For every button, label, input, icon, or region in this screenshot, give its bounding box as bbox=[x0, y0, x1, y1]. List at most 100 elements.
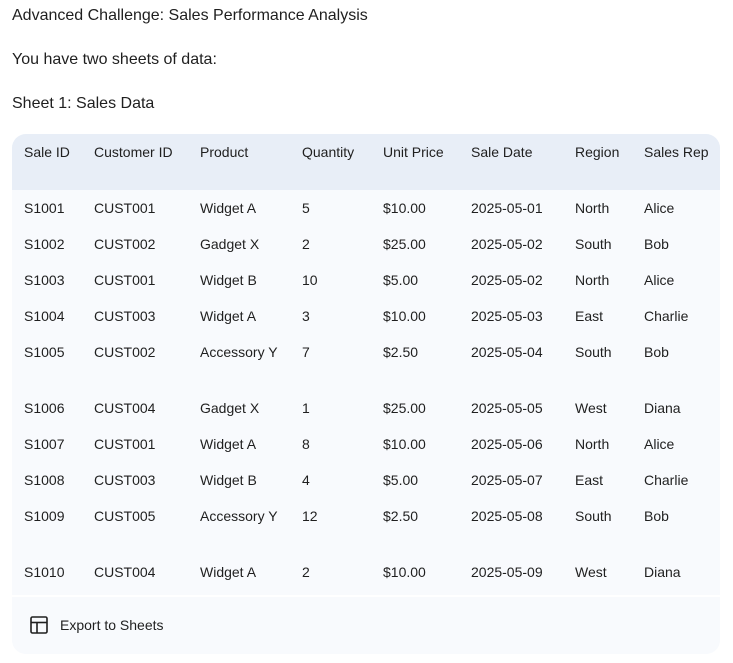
table-cell: Diana bbox=[632, 390, 720, 426]
table-cell: Charlie bbox=[632, 298, 720, 334]
export-to-sheets-button[interactable]: Export to Sheets bbox=[28, 613, 164, 637]
table-cell: CUST001 bbox=[82, 426, 188, 462]
table-row: S1006 CUST004 Gadget X 1 $25.00 2025-05-… bbox=[12, 390, 720, 426]
table-cell: 2 bbox=[290, 226, 371, 262]
table-row: S1003 CUST001 Widget B 10 $5.00 2025-05-… bbox=[12, 262, 720, 298]
table-header-row: Sale ID Customer ID Product Quantity Uni… bbox=[12, 134, 720, 190]
table-cell: $10.00 bbox=[371, 298, 459, 334]
table-row: S1010 CUST004 Widget A 2 $10.00 2025-05-… bbox=[12, 554, 720, 590]
table-row: S1007 CUST001 Widget A 8 $10.00 2025-05-… bbox=[12, 426, 720, 462]
table-cell: Accessory Y bbox=[188, 334, 290, 390]
table-cell: 2025-05-01 bbox=[459, 190, 563, 226]
table-cell: 2025-05-07 bbox=[459, 462, 563, 498]
intro-text: You have two sheets of data: bbox=[12, 51, 217, 68]
table-cell: CUST001 bbox=[82, 262, 188, 298]
table-cell: 2025-05-09 bbox=[459, 554, 563, 590]
table-cell: 2025-05-06 bbox=[459, 426, 563, 462]
table-row: S1004 CUST003 Widget A 3 $10.00 2025-05-… bbox=[12, 298, 720, 334]
table-cell: Alice bbox=[632, 262, 720, 298]
column-header: Sale ID bbox=[12, 134, 82, 190]
table-cell: 5 bbox=[290, 190, 371, 226]
table-cell: 12 bbox=[290, 498, 371, 554]
sheet-title: Sheet 1: Sales Data bbox=[12, 95, 155, 112]
sales-data-table: Sale ID Customer ID Product Quantity Uni… bbox=[12, 134, 720, 590]
column-header: Region bbox=[563, 134, 632, 190]
table-cell: West bbox=[563, 554, 632, 590]
table-cell: East bbox=[563, 298, 632, 334]
table-cell: 2025-05-05 bbox=[459, 390, 563, 426]
table-cell: North bbox=[563, 262, 632, 298]
table-cell: Bob bbox=[632, 334, 720, 390]
table-cell: South bbox=[563, 226, 632, 262]
table-cell: S1001 bbox=[12, 190, 82, 226]
table-cell: 4 bbox=[290, 462, 371, 498]
export-label: Export to Sheets bbox=[60, 617, 164, 633]
table-cell: $10.00 bbox=[371, 554, 459, 590]
table-cell: S1005 bbox=[12, 334, 82, 390]
table-cell: 2025-05-02 bbox=[459, 262, 563, 298]
table-cell: S1004 bbox=[12, 298, 82, 334]
table-cell: Widget A bbox=[188, 554, 290, 590]
table-cell: Accessory Y bbox=[188, 498, 290, 554]
table-cell: South bbox=[563, 334, 632, 390]
table-cell: Widget B bbox=[188, 462, 290, 498]
column-header: Sale Date bbox=[459, 134, 563, 190]
table-cell: $10.00 bbox=[371, 190, 459, 226]
table-cell: 10 bbox=[290, 262, 371, 298]
table-cell: Bob bbox=[632, 498, 720, 554]
page-title: Advanced Challenge: Sales Performance An… bbox=[12, 7, 368, 24]
table-row: S1005 CUST002 Accessory Y 7 $2.50 2025-0… bbox=[12, 334, 720, 390]
table-cell: $2.50 bbox=[371, 498, 459, 554]
sales-table-card: Sale ID Customer ID Product Quantity Uni… bbox=[12, 134, 720, 654]
table-cell: CUST005 bbox=[82, 498, 188, 554]
table-cell: S1009 bbox=[12, 498, 82, 554]
column-header: Product bbox=[188, 134, 290, 190]
table-cell: Alice bbox=[632, 190, 720, 226]
table-row: S1002 CUST002 Gadget X 2 $25.00 2025-05-… bbox=[12, 226, 720, 262]
table-cell: 3 bbox=[290, 298, 371, 334]
table-cell: S1002 bbox=[12, 226, 82, 262]
table-cell: East bbox=[563, 462, 632, 498]
table-cell: $5.00 bbox=[371, 262, 459, 298]
table-cell: $25.00 bbox=[371, 390, 459, 426]
table-cell: 2025-05-08 bbox=[459, 498, 563, 554]
table-cell: 2025-05-04 bbox=[459, 334, 563, 390]
table-cell: S1003 bbox=[12, 262, 82, 298]
table-cell: 2025-05-03 bbox=[459, 298, 563, 334]
table-cell: South bbox=[563, 498, 632, 554]
table-cell: S1008 bbox=[12, 462, 82, 498]
table-cell: Gadget X bbox=[188, 390, 290, 426]
table-cell: CUST003 bbox=[82, 298, 188, 334]
table-cell: $5.00 bbox=[371, 462, 459, 498]
column-header: Customer ID bbox=[82, 134, 188, 190]
table-cell: Diana bbox=[632, 554, 720, 590]
table-cell: $10.00 bbox=[371, 426, 459, 462]
table-cell: West bbox=[563, 390, 632, 426]
table-cell: $25.00 bbox=[371, 226, 459, 262]
table-cell: Charlie bbox=[632, 462, 720, 498]
table-cell: North bbox=[563, 426, 632, 462]
table-cell: Widget B bbox=[188, 262, 290, 298]
table-cell: North bbox=[563, 190, 632, 226]
table-footer: Export to Sheets bbox=[12, 595, 720, 654]
table-icon bbox=[28, 614, 50, 636]
table-cell: 8 bbox=[290, 426, 371, 462]
table-cell: Widget A bbox=[188, 426, 290, 462]
table-cell: Alice bbox=[632, 426, 720, 462]
table-cell: Bob bbox=[632, 226, 720, 262]
table-row: S1008 CUST003 Widget B 4 $5.00 2025-05-0… bbox=[12, 462, 720, 498]
table-row: S1001 CUST001 Widget A 5 $10.00 2025-05-… bbox=[12, 190, 720, 226]
table-cell: Widget A bbox=[188, 298, 290, 334]
table-cell: CUST002 bbox=[82, 334, 188, 390]
table-cell: CUST004 bbox=[82, 554, 188, 590]
column-header: Quantity bbox=[290, 134, 371, 190]
table-cell: Widget A bbox=[188, 190, 290, 226]
table-cell: S1010 bbox=[12, 554, 82, 590]
column-header: Unit Price bbox=[371, 134, 459, 190]
column-header: Sales Rep bbox=[632, 134, 720, 190]
table-cell: 2 bbox=[290, 554, 371, 590]
table-cell: 1 bbox=[290, 390, 371, 426]
table-cell: $2.50 bbox=[371, 334, 459, 390]
table-cell: S1007 bbox=[12, 426, 82, 462]
table-cell: 2025-05-02 bbox=[459, 226, 563, 262]
